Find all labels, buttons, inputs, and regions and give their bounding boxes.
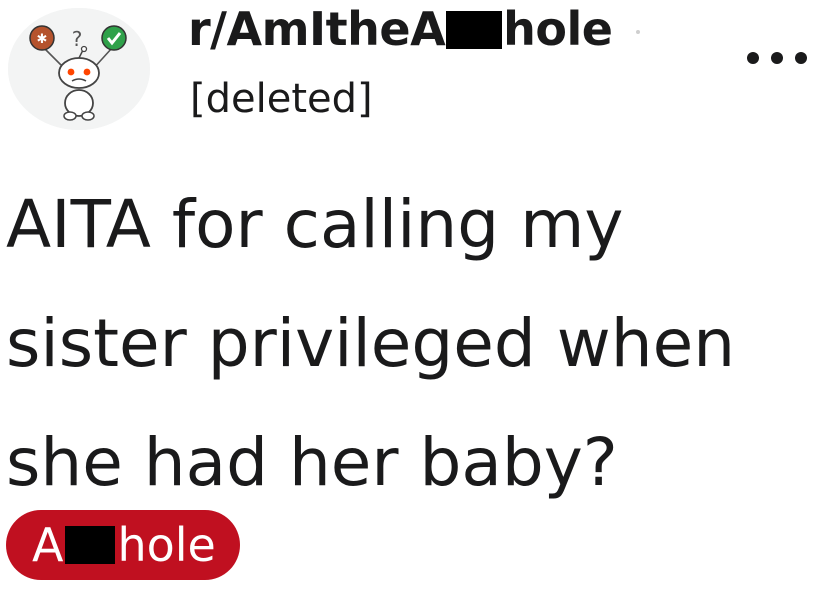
subreddit-name-suffix: hole: [503, 2, 613, 56]
svg-text:?: ?: [72, 27, 83, 51]
ellipsis-icon: [795, 52, 807, 64]
post-flair[interactable]: Ahole: [6, 510, 240, 580]
reddit-snoo-icon: ✱ ?: [8, 8, 150, 130]
redaction-block: [446, 11, 503, 49]
ellipsis-icon: [747, 52, 759, 64]
subreddit-avatar[interactable]: ✱ ?: [8, 8, 150, 130]
author-name[interactable]: [deleted]: [190, 72, 373, 126]
flair-prefix: A: [32, 518, 64, 572]
post-header: ✱ ? r/AmItheA hole [deleted]: [0, 0, 819, 150]
separator-dot: [636, 30, 640, 34]
subreddit-name[interactable]: r/AmItheA hole: [188, 0, 613, 58]
flair-suffix: hole: [117, 518, 216, 572]
svg-text:✱: ✱: [37, 32, 48, 47]
more-options-button[interactable]: [747, 46, 807, 70]
subreddit-name-prefix: r/AmItheA: [188, 2, 446, 56]
post-title[interactable]: AITA for calling my sister privileged wh…: [6, 165, 816, 522]
ellipsis-icon: [771, 52, 783, 64]
redaction-block: [65, 526, 116, 564]
